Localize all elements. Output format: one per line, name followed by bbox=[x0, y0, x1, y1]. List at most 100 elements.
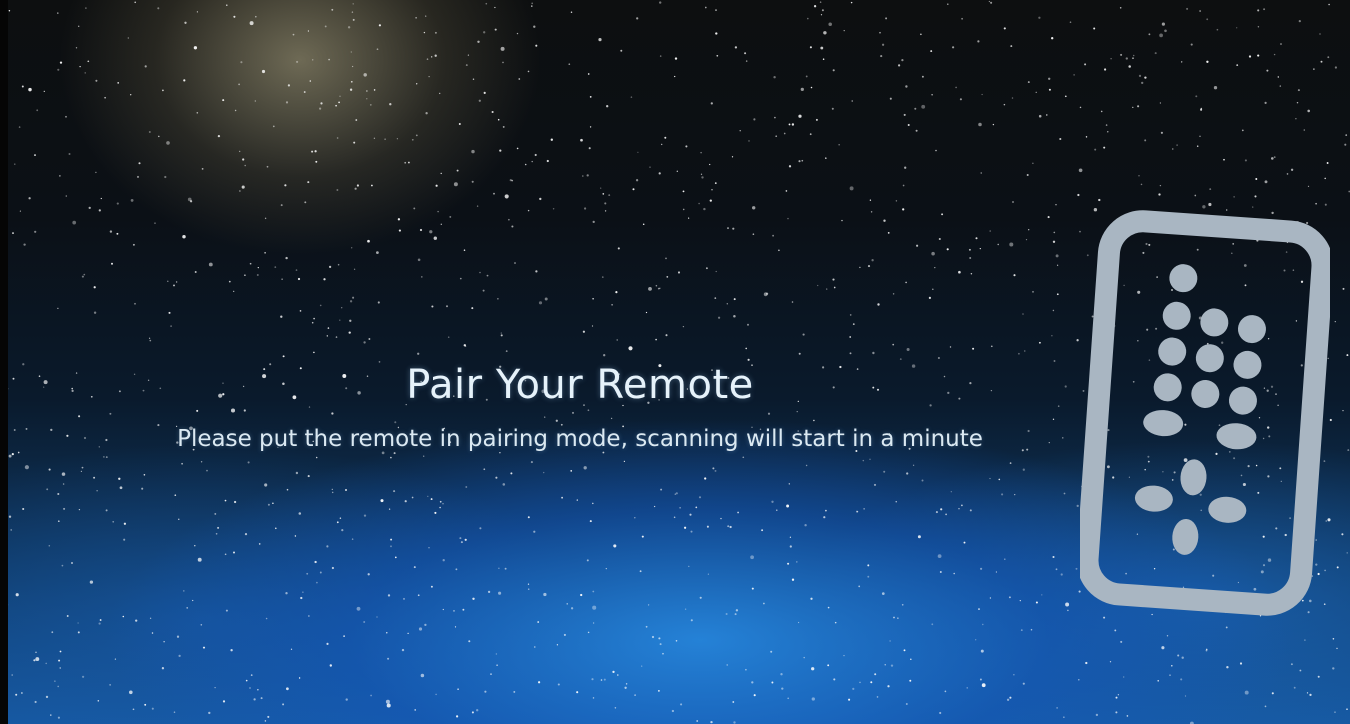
star bbox=[666, 276, 669, 278]
star bbox=[592, 697, 595, 699]
star bbox=[715, 9, 717, 11]
star bbox=[832, 69, 835, 72]
pairing-instructions: Please put the remote in pairing mode, s… bbox=[177, 426, 983, 452]
star bbox=[791, 301, 794, 303]
star bbox=[592, 220, 595, 224]
star bbox=[589, 126, 592, 128]
star bbox=[496, 664, 498, 667]
star bbox=[786, 504, 790, 508]
star bbox=[1018, 352, 1020, 355]
star bbox=[134, 1, 137, 4]
star bbox=[1334, 711, 1336, 713]
star bbox=[59, 650, 62, 653]
star bbox=[1085, 136, 1088, 138]
star bbox=[21, 85, 24, 88]
star bbox=[182, 234, 186, 239]
star bbox=[363, 341, 366, 344]
star bbox=[935, 149, 937, 152]
star bbox=[527, 516, 530, 519]
star bbox=[128, 690, 133, 695]
star bbox=[1128, 65, 1131, 68]
star bbox=[62, 483, 65, 485]
star bbox=[286, 687, 289, 691]
star bbox=[354, 187, 357, 190]
star bbox=[224, 499, 227, 502]
star bbox=[1006, 698, 1010, 701]
star bbox=[194, 271, 197, 273]
star bbox=[45, 695, 49, 699]
star bbox=[1346, 552, 1348, 554]
star bbox=[1038, 341, 1041, 344]
star bbox=[8, 454, 12, 458]
star bbox=[311, 321, 314, 324]
star bbox=[1046, 114, 1048, 116]
star bbox=[1056, 707, 1058, 709]
star bbox=[296, 60, 299, 63]
star bbox=[892, 343, 895, 346]
star bbox=[390, 545, 392, 548]
star bbox=[871, 259, 874, 262]
star bbox=[478, 99, 481, 102]
star bbox=[1009, 242, 1014, 247]
star bbox=[535, 44, 538, 47]
star bbox=[858, 585, 861, 588]
star bbox=[511, 225, 514, 228]
star bbox=[612, 670, 615, 674]
star bbox=[963, 541, 966, 544]
star bbox=[163, 641, 165, 643]
star bbox=[504, 194, 509, 199]
star bbox=[458, 122, 461, 126]
star bbox=[773, 76, 776, 79]
star bbox=[386, 703, 391, 708]
star bbox=[867, 575, 870, 578]
star bbox=[390, 456, 392, 459]
star bbox=[377, 301, 380, 304]
star bbox=[497, 298, 499, 300]
star bbox=[998, 478, 1001, 481]
star bbox=[1226, 666, 1229, 669]
star bbox=[932, 288, 934, 291]
star bbox=[502, 61, 504, 64]
star bbox=[608, 194, 611, 197]
star bbox=[1098, 198, 1101, 202]
star bbox=[1026, 173, 1029, 177]
star bbox=[848, 698, 851, 701]
star bbox=[537, 621, 540, 623]
star bbox=[261, 69, 266, 74]
star bbox=[328, 58, 330, 61]
star bbox=[1345, 134, 1348, 136]
star bbox=[645, 311, 648, 314]
star bbox=[664, 136, 667, 139]
star bbox=[313, 351, 315, 354]
star bbox=[904, 166, 907, 169]
star bbox=[751, 587, 754, 590]
star bbox=[725, 612, 728, 616]
star bbox=[87, 60, 90, 63]
star bbox=[874, 673, 877, 676]
star bbox=[1052, 309, 1055, 312]
star bbox=[832, 278, 835, 281]
star bbox=[931, 623, 934, 626]
star bbox=[290, 648, 293, 650]
star bbox=[1032, 290, 1034, 293]
star bbox=[677, 271, 681, 274]
star bbox=[397, 218, 401, 221]
star bbox=[483, 91, 486, 94]
star bbox=[917, 535, 921, 539]
star bbox=[732, 227, 735, 230]
star bbox=[93, 476, 96, 479]
star bbox=[117, 82, 120, 84]
star bbox=[591, 325, 594, 327]
star bbox=[428, 547, 430, 549]
star bbox=[803, 656, 805, 659]
star bbox=[869, 458, 871, 461]
star bbox=[176, 635, 180, 638]
star bbox=[275, 527, 277, 530]
star bbox=[23, 243, 26, 246]
star bbox=[22, 507, 25, 511]
star bbox=[196, 112, 199, 114]
star bbox=[244, 274, 246, 277]
star bbox=[93, 311, 97, 314]
star bbox=[327, 327, 330, 329]
star bbox=[57, 716, 60, 719]
